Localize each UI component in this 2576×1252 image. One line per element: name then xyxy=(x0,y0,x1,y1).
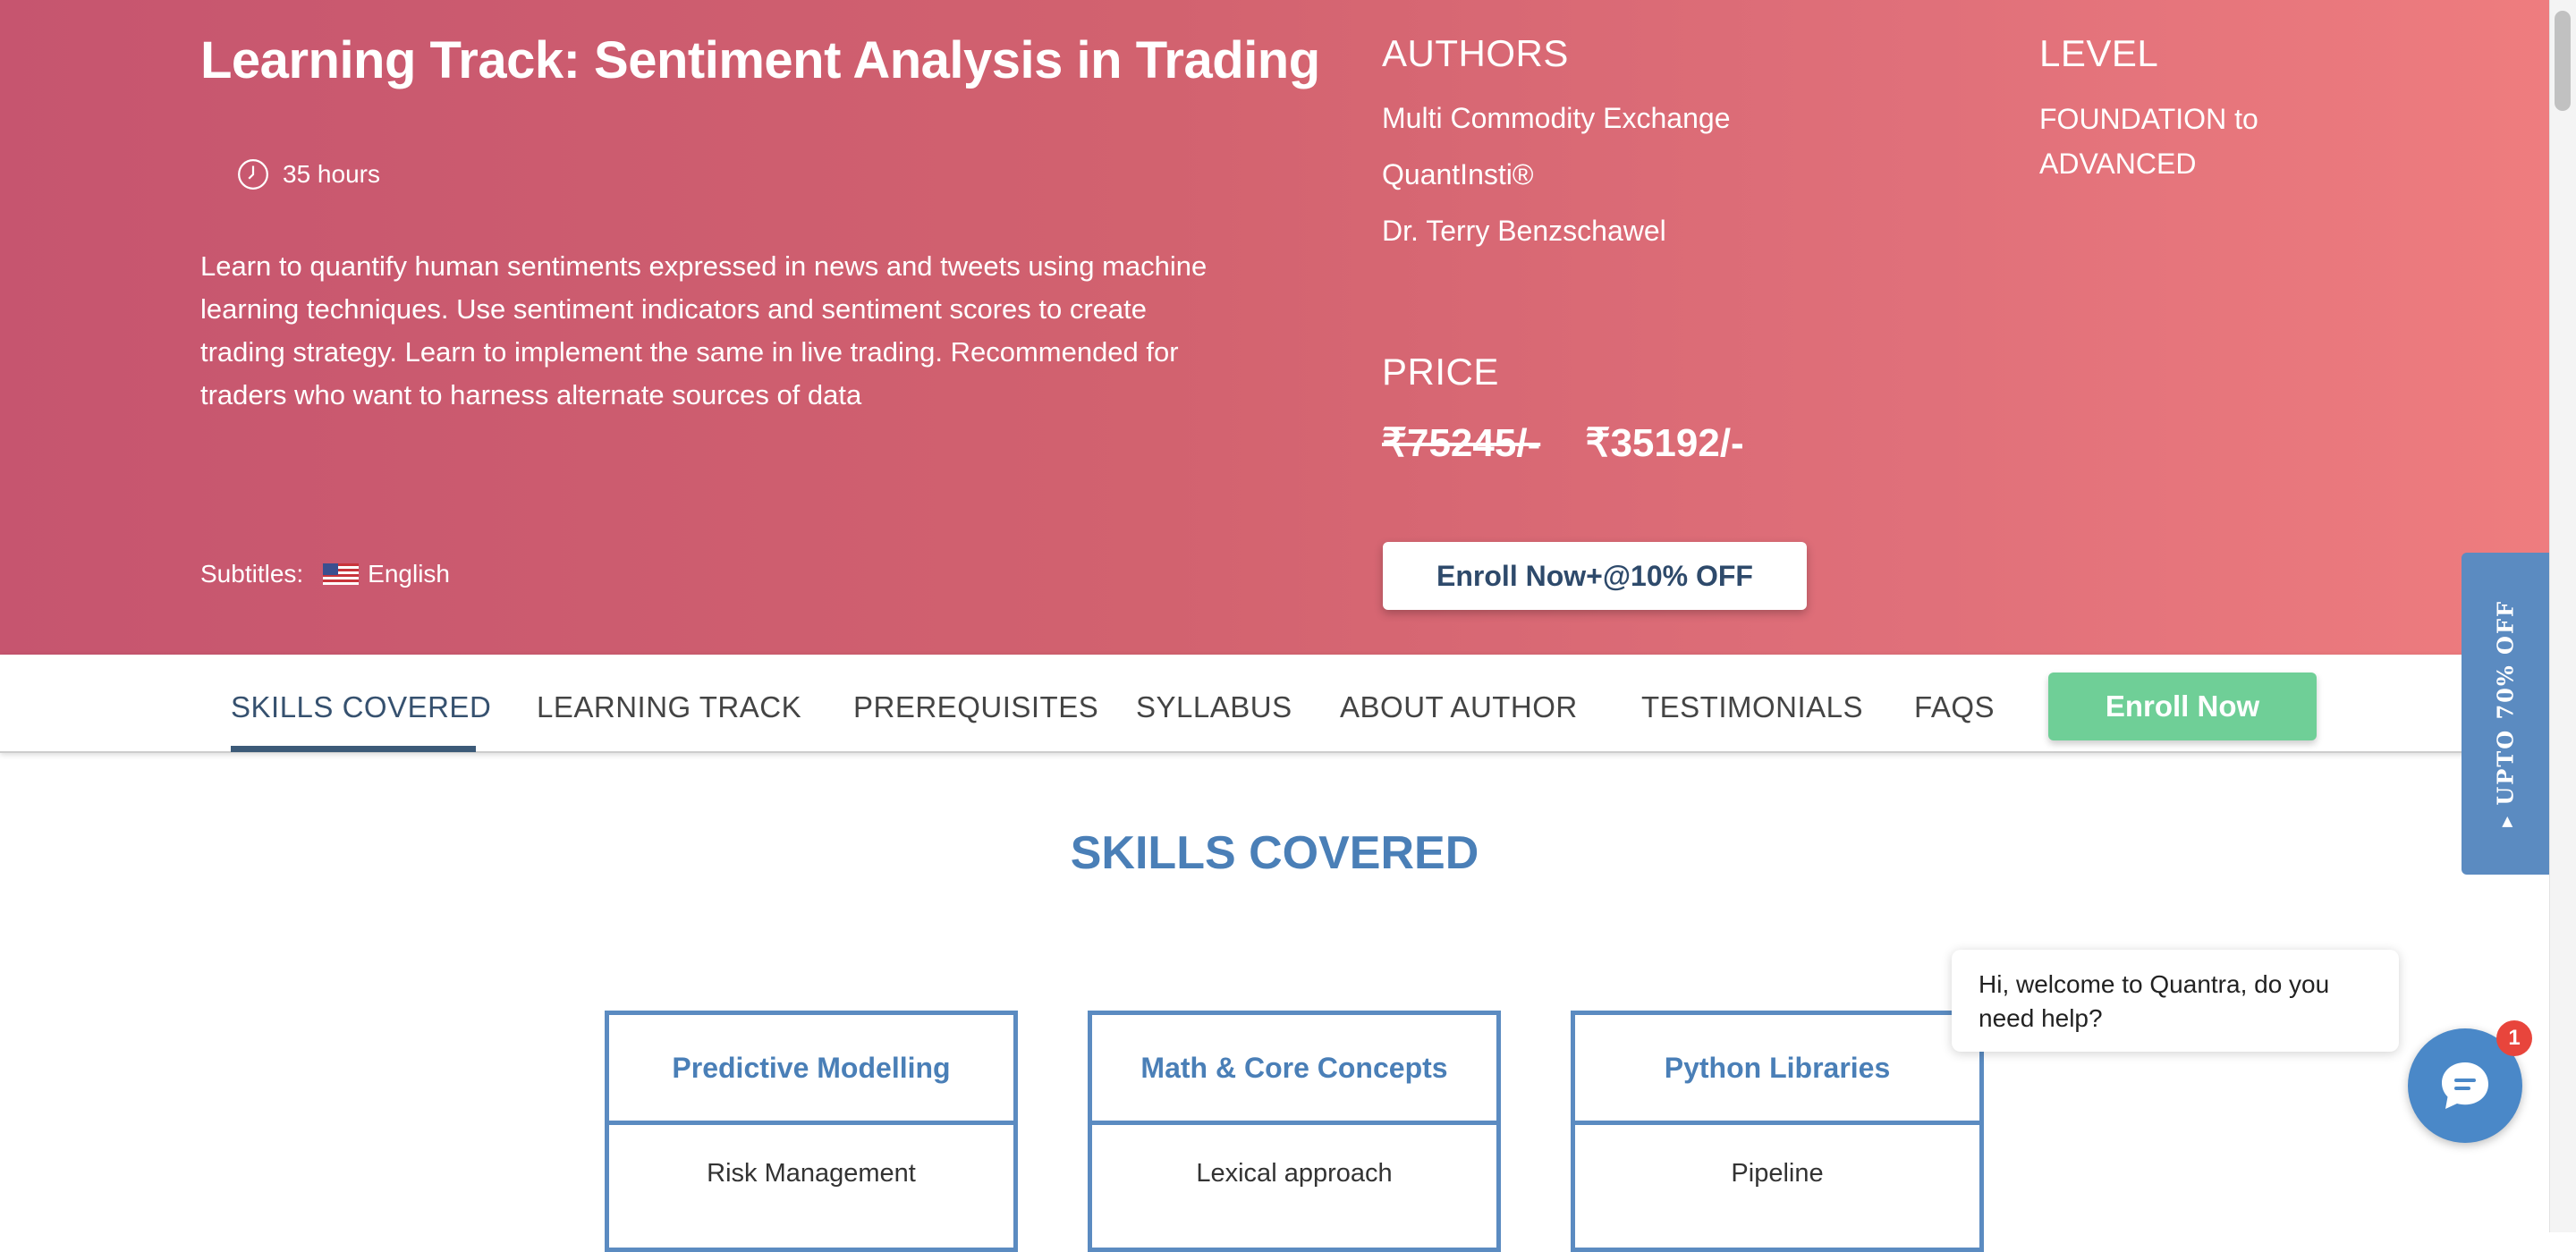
discounted-price: ₹35192/- xyxy=(1585,421,1744,465)
tab-syllabus[interactable]: SYLLABUS xyxy=(1136,690,1292,724)
skill-card-title: Python Libraries xyxy=(1575,1015,1979,1125)
author-name: Multi Commodity Exchange xyxy=(1382,102,1731,134)
active-tab-indicator xyxy=(231,746,476,752)
duration-text: 35 hours xyxy=(283,160,380,188)
course-duration: 35 hours xyxy=(236,157,380,191)
tab-learning-track[interactable]: LEARNING TRACK xyxy=(537,690,801,724)
skill-card: Python Libraries Pipeline xyxy=(1571,1011,1984,1252)
price-heading: PRICE xyxy=(1382,351,1499,393)
tab-testimonials[interactable]: TESTIMONIALS xyxy=(1641,690,1863,724)
chat-notification-badge: 1 xyxy=(2496,1020,2532,1056)
subtitles-info: Subtitles: English xyxy=(200,560,450,588)
authors-heading: AUTHORS xyxy=(1382,32,1569,74)
author-name: QuantInsti® xyxy=(1382,158,1534,190)
level-value: FOUNDATION to ADVANCED xyxy=(2039,103,2258,180)
level-section: LEVEL FOUNDATION to ADVANCED xyxy=(2039,32,2326,186)
skill-card-item: Pipeline xyxy=(1731,1159,1824,1188)
skill-card: Math & Core Concepts Lexical approach xyxy=(1088,1011,1501,1252)
authors-section: AUTHORS Multi Commodity Exchange QuantIn… xyxy=(1382,32,1730,248)
chat-welcome-message[interactable]: Hi, welcome to Quantra, do you need help… xyxy=(1952,950,2399,1052)
vertical-scrollbar[interactable] xyxy=(2549,0,2576,1232)
enroll-discount-button[interactable]: Enroll Now+@10% OFF xyxy=(1383,542,1807,610)
course-hero: Learning Track: Sentiment Analysis in Tr… xyxy=(0,0,2576,655)
skill-card-item: Lexical approach xyxy=(1196,1159,1393,1188)
subtitles-language: English xyxy=(368,560,451,588)
price-values: ₹75245/- ₹35192/- xyxy=(1382,420,1744,466)
subtitles-label: Subtitles: xyxy=(200,560,304,588)
skill-card: Predictive Modelling Risk Management xyxy=(605,1011,1018,1252)
discount-side-tab-label: ▸ UPTO 70% OFF xyxy=(2492,599,2519,828)
level-heading: LEVEL xyxy=(2039,32,2159,74)
skill-card-title: Math & Core Concepts xyxy=(1092,1015,1496,1125)
us-flag-icon xyxy=(323,563,360,585)
skills-section-title: SKILLS COVERED xyxy=(1070,827,1479,879)
tab-faqs[interactable]: FAQS xyxy=(1914,690,1995,724)
course-title: Learning Track: Sentiment Analysis in Tr… xyxy=(200,31,1320,89)
clock-icon xyxy=(238,159,268,190)
tab-about-author[interactable]: ABOUT AUTHOR xyxy=(1340,690,1578,724)
tab-prerequisites[interactable]: PREREQUISITES xyxy=(853,690,1098,724)
skill-card-title: Predictive Modelling xyxy=(609,1015,1013,1125)
scrollbar-thumb[interactable] xyxy=(2555,11,2571,111)
course-description: Learn to quantify human sentiments expre… xyxy=(200,250,1208,410)
enroll-now-button[interactable]: Enroll Now xyxy=(2048,673,2317,740)
original-price: ₹75245/- xyxy=(1382,421,1541,465)
tab-skills-covered[interactable]: SKILLS COVERED xyxy=(231,690,491,724)
author-name: Dr. Terry Benzschawel xyxy=(1382,215,1666,247)
price-section: PRICE ₹75245/- ₹35192/- xyxy=(1382,351,1744,466)
skill-card-item: Risk Management xyxy=(707,1159,916,1188)
chat-icon xyxy=(2442,1062,2488,1109)
